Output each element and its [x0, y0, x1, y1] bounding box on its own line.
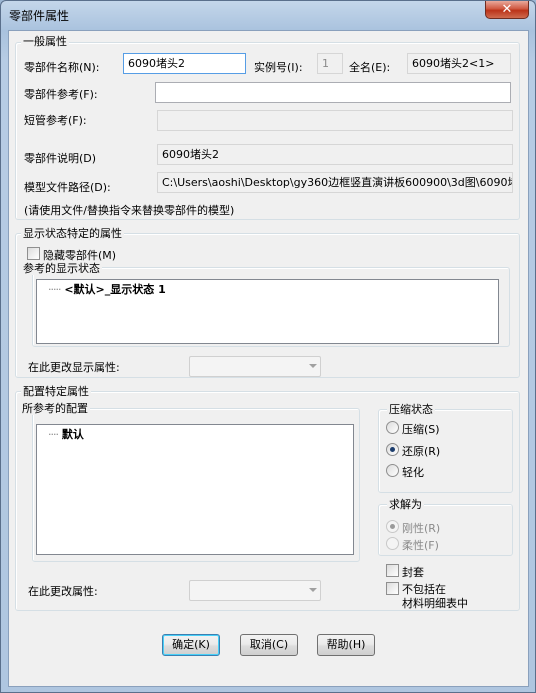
model-path-field: C:\Users\aoshi\Desktop\gy360边框竖直演讲板60090… [157, 172, 513, 193]
tree-connector: ···· [48, 428, 59, 441]
title-bar[interactable]: 零部件属性 ✕ [1, 1, 535, 27]
rigid-radio[interactable] [386, 520, 399, 533]
rigid-label: 刚性(R) [402, 522, 441, 535]
full-name-label: 全名(E): [349, 61, 391, 74]
full-name-field: 6090堵头2<1> [407, 53, 511, 74]
instance-number-field: 1 [317, 53, 343, 74]
exclude-bom-checkbox[interactable] [386, 582, 399, 595]
flexible-radio[interactable] [386, 537, 399, 550]
close-icon: ✕ [501, 2, 513, 17]
envelope-label: 封套 [402, 566, 424, 579]
flexible-label: 柔性(F) [402, 539, 439, 552]
dialog-client-area: 一般属性 零部件名称(N): 6090堵头2 实例号(I): 1 全名(E): … [8, 30, 529, 687]
referenced-display-state-label: 参考的显示状态 [21, 262, 102, 275]
list-item[interactable]: ···· 默认 [48, 428, 84, 442]
envelope-checkbox[interactable] [386, 564, 399, 577]
resolve-label: 还原(R) [402, 445, 441, 458]
help-button[interactable]: 帮助(H) [317, 634, 375, 656]
model-path-label: 模型文件路径(D): [24, 181, 111, 194]
tree-connector: ····· [48, 283, 62, 296]
display-state-list[interactable]: ····· <默认>_显示状态 1 [36, 279, 499, 344]
solve-as-group [378, 504, 513, 556]
component-description-field: 6090堵头2 [157, 144, 513, 165]
lightweight-label: 轻化 [402, 466, 424, 479]
display-properties-dropdown[interactable] [189, 356, 321, 377]
short-reference-field [157, 110, 513, 131]
referenced-configuration-label: 所参考的配置 [20, 402, 90, 415]
display-state-label: 显示状态特定的属性 [21, 227, 124, 240]
suppression-state-label: 压缩状态 [387, 403, 435, 416]
window-title: 零部件属性 [9, 9, 70, 23]
configuration-label: 配置特定属性 [21, 385, 91, 398]
close-button[interactable]: ✕ [485, 1, 529, 19]
display-state-item-label: <默认>_显示状态 1 [64, 283, 166, 296]
component-reference-label: 零部件参考(F): [24, 88, 98, 101]
hide-component-label: 隐藏零部件(M) [43, 249, 117, 262]
chevron-down-icon [309, 364, 317, 368]
component-name-input[interactable]: 6090堵头2 [123, 53, 246, 74]
component-name-label: 零部件名称(N): [24, 61, 100, 74]
cancel-button[interactable]: 取消(C) [240, 634, 298, 656]
exclude-bom-label-line2: 材料明细表中 [402, 597, 468, 610]
solve-as-label: 求解为 [387, 498, 424, 511]
ok-button[interactable]: 确定(K) [162, 634, 220, 656]
instance-number-label: 实例号(I): [254, 61, 303, 74]
configuration-list[interactable]: ···· 默认 [36, 424, 354, 555]
resolve-radio[interactable] [386, 443, 399, 456]
configuration-item-label: 默认 [61, 428, 84, 441]
change-properties-label: 在此更改属性: [28, 585, 98, 598]
hide-component-checkbox[interactable] [27, 247, 40, 260]
short-reference-label: 短管参考(F): [24, 114, 87, 127]
replace-model-hint: (请使用文件/替换指令来替换零部件的模型) [24, 204, 235, 217]
change-display-properties-label: 在此更改显示属性: [28, 361, 120, 374]
list-item[interactable]: ····· <默认>_显示状态 1 [48, 283, 166, 297]
chevron-down-icon [309, 588, 317, 592]
configuration-properties-dropdown[interactable] [189, 580, 321, 601]
component-description-label: 零部件说明(D) [24, 152, 97, 165]
suppress-label: 压缩(S) [402, 423, 440, 436]
lightweight-radio[interactable] [386, 464, 399, 477]
component-properties-dialog: 零部件属性 ✕ 一般属性 零部件名称(N): 6090堵头2 实例号(I): 1… [0, 0, 536, 693]
general-properties-label: 一般属性 [21, 35, 69, 48]
suppress-radio[interactable] [386, 421, 399, 434]
component-reference-input[interactable] [155, 82, 511, 103]
